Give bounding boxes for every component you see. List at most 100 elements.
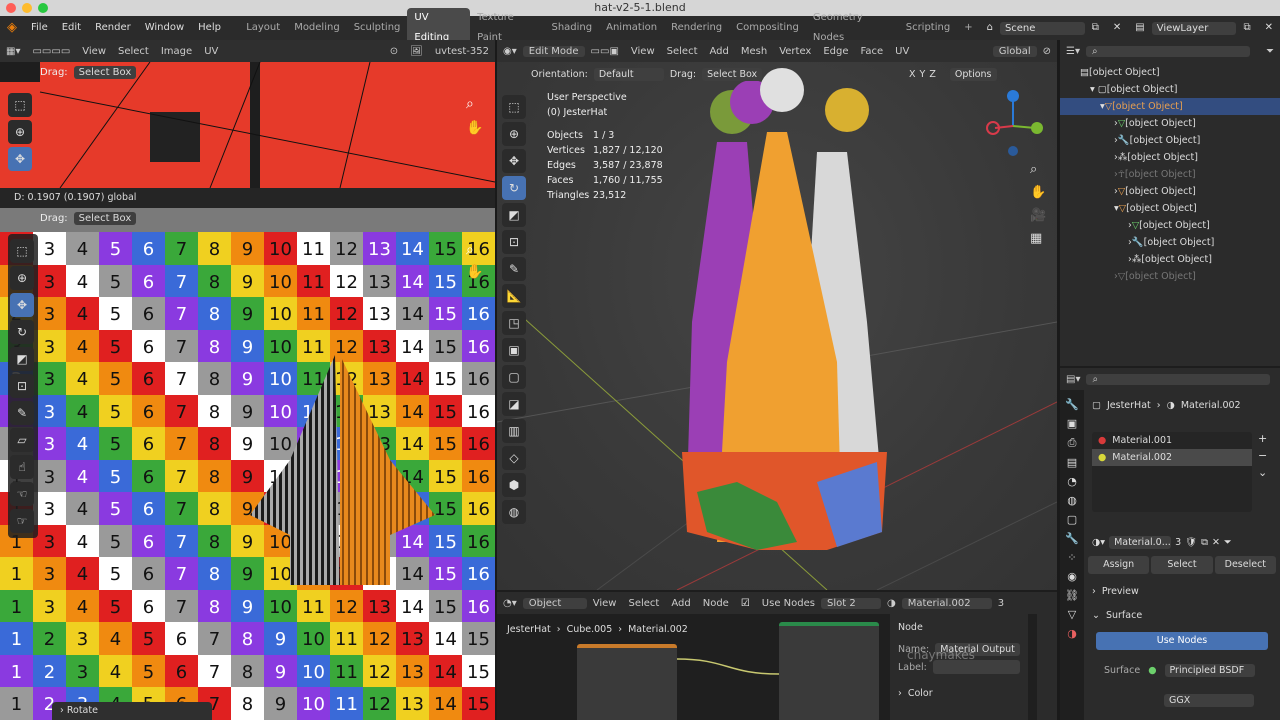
node-menu-node[interactable]: Node (697, 598, 735, 609)
drag-select-box-lower[interactable]: Select Box (73, 212, 137, 225)
mode-selector[interactable]: Edit Mode (522, 45, 585, 57)
vp-menu-view[interactable]: View (625, 46, 661, 57)
properties-search[interactable]: ⌕ (1086, 373, 1270, 385)
vp-add-cube-tool-icon[interactable]: ◳ (502, 311, 526, 335)
vp-pan-icon[interactable]: ✋ (1030, 185, 1046, 200)
render-tab-icon[interactable]: ▣ (1067, 417, 1077, 430)
move-tool-lower-icon[interactable]: ✥ (10, 293, 34, 317)
menu-help[interactable]: Help (191, 16, 228, 40)
tab-rendering[interactable]: Rendering (664, 18, 729, 38)
viewport-editor-type-icon[interactable]: ◉▾ (497, 46, 523, 57)
new-scene-icon[interactable]: ⧉ (1085, 16, 1106, 40)
minimize-window-button[interactable] (22, 3, 32, 13)
node-menu-view[interactable]: View (587, 598, 623, 609)
tab-scripting[interactable]: Scripting (899, 18, 957, 38)
move-tool-icon[interactable]: ✥ (8, 147, 32, 171)
vp-menu-mesh[interactable]: Mesh (735, 46, 773, 57)
zoom-icon[interactable]: ⌕ (466, 96, 474, 112)
mirror-x-toggle[interactable]: X (909, 69, 916, 80)
vp-ortho-grid-icon[interactable]: ▦ (1030, 231, 1046, 246)
outliner-row-modifiers[interactable]: › 🔧 [object Object] (1060, 132, 1280, 149)
pan-lower-icon[interactable]: ✋ (466, 264, 483, 280)
material-tab-icon[interactable]: ◑ (1067, 627, 1077, 640)
vp-polybuild-tool-icon[interactable]: ⬢ (502, 473, 526, 497)
add-workspace-icon[interactable]: + (957, 18, 979, 38)
properties-editor-icon[interactable]: ▤▾ (1060, 374, 1086, 385)
vp-annotate-tool-icon[interactable]: ✎ (502, 257, 526, 281)
data-tab-icon[interactable]: ▽ (1068, 608, 1076, 621)
use-nodes-checkbox[interactable]: ☑ (735, 598, 756, 609)
orientation-selector[interactable]: Default (593, 68, 664, 81)
fake-user-icon[interactable]: 🛡 (1185, 537, 1197, 548)
material-slot-list[interactable]: ● Material.001 ● Material.002 (1092, 432, 1252, 512)
scene-tab-icon[interactable]: ◔ (1067, 475, 1077, 488)
surface-shader-selector[interactable]: Principled BSDF (1164, 664, 1255, 677)
tab-animation[interactable]: Animation (599, 18, 664, 38)
3d-viewport[interactable]: Orientation: Default Drag: Select Box X … (497, 62, 1057, 590)
vp-scale-tool-icon[interactable]: ◩ (502, 203, 526, 227)
outliner-row-collection[interactable]: ▾ ▢ [object Object] (1060, 81, 1280, 98)
outliner-row-jesterhat-balls-2[interactable]: › ▽ [object Object] (1060, 268, 1280, 285)
outliner-row-armature[interactable]: › ☥ [object Object] (1060, 166, 1280, 183)
delete-scene-icon[interactable]: ✕ (1106, 16, 1128, 40)
vp-select-tool-icon[interactable]: ⬚ (502, 95, 526, 119)
output-tab-icon[interactable]: ⎙ (1068, 436, 1077, 450)
outliner-row-vertex-groups-2[interactable]: › ⁂ [object Object] (1060, 251, 1280, 268)
duplicate-material-icon[interactable]: ⧉ (1201, 537, 1208, 548)
annotate-tool-icon[interactable]: ✎ (10, 401, 34, 425)
vp-spin-tool-icon[interactable]: ◍ (502, 500, 526, 524)
remove-slot-icon[interactable]: − (1258, 449, 1267, 462)
menu-edit[interactable]: Edit (55, 16, 88, 40)
distribution-selector[interactable]: GGX (1164, 694, 1254, 707)
outliner-row-modifiers-2[interactable]: › 🔧 [object Object] (1060, 234, 1280, 251)
vp-inset-tool-icon[interactable]: ▢ (502, 365, 526, 389)
constraints-tab-icon[interactable]: ⛓ (1065, 589, 1079, 602)
navigation-gizmo[interactable] (983, 88, 1043, 158)
scene-icon[interactable]: ⌂ (980, 16, 1000, 40)
deselect-button[interactable]: Deselect (1214, 556, 1276, 574)
tab-shading[interactable]: Shading (544, 18, 599, 38)
node-editor[interactable]: JesterHat › Cube.005 › Material.002 Node… (497, 614, 1057, 720)
zoom-lower-icon[interactable]: ⌕ (466, 242, 474, 258)
view-layer-tab-icon[interactable]: ▤ (1067, 456, 1077, 469)
object-tab-icon[interactable]: ▢ (1067, 513, 1077, 526)
select-tool-icon[interactable]: ⬚ (8, 93, 32, 117)
close-window-button[interactable] (6, 3, 16, 13)
scale-tool-icon[interactable]: ◩ (10, 347, 34, 371)
outliner-search[interactable]: ⌕ (1085, 45, 1250, 57)
viewlayer-selector[interactable]: ViewLayer (1151, 21, 1237, 35)
outliner-row-jesterhat-balls[interactable]: ▾ ▽ [object Object] (1060, 200, 1280, 217)
tab-layout[interactable]: Layout (239, 18, 287, 38)
vp-move-tool-icon[interactable]: ✥ (502, 149, 526, 173)
uv-menu-uv[interactable]: UV (198, 46, 224, 57)
vp-loopcut-tool-icon[interactable]: ▥ (502, 419, 526, 443)
node-mode-selector[interactable]: Object (522, 597, 587, 609)
node-material-field[interactable]: Material.002 (901, 597, 992, 609)
delete-viewlayer-icon[interactable]: ✕ (1258, 16, 1280, 40)
menu-file[interactable]: File (24, 16, 55, 40)
uv-menu-image[interactable]: Image (155, 46, 198, 57)
node-sidebar-tabs[interactable] (1037, 614, 1057, 720)
zoom-window-button[interactable] (38, 3, 48, 13)
uv-select-mode-icons[interactable]: ▭▭▭▭ (26, 46, 76, 57)
vp-menu-vertex[interactable]: Vertex (773, 46, 817, 57)
outliner-editor-icon[interactable]: ☰▾ (1060, 46, 1086, 57)
filter-icon[interactable]: ⏷ (1260, 46, 1280, 57)
add-slot-icon[interactable]: + (1258, 432, 1267, 445)
vp-measure-tool-icon[interactable]: 📐 (502, 284, 526, 308)
menu-render[interactable]: Render (88, 16, 138, 40)
unlink-material-icon[interactable]: ✕ (1212, 537, 1220, 548)
tab-modeling[interactable]: Modeling (287, 18, 347, 38)
link-filter-icon[interactable]: ⏷ (1224, 537, 1232, 548)
slot-selector[interactable]: Slot 2 (820, 597, 881, 609)
tab-compositing[interactable]: Compositing (729, 18, 806, 38)
uv-menu-select[interactable]: Select (112, 46, 155, 57)
vp-extrude-tool-icon[interactable]: ▣ (502, 338, 526, 362)
vp-menu-edge[interactable]: Edge (817, 46, 854, 57)
outliner-row-cube005[interactable]: › ▽ [object Object] (1060, 115, 1280, 132)
image-icon[interactable]: 🖼 (404, 46, 429, 57)
uv-mesh-islands[interactable] (240, 350, 440, 590)
preview-panel[interactable]: › Preview (1092, 586, 1139, 597)
vp-menu-face[interactable]: Face (855, 46, 890, 57)
material-slot-item-active[interactable]: ● Material.002 (1092, 449, 1252, 466)
